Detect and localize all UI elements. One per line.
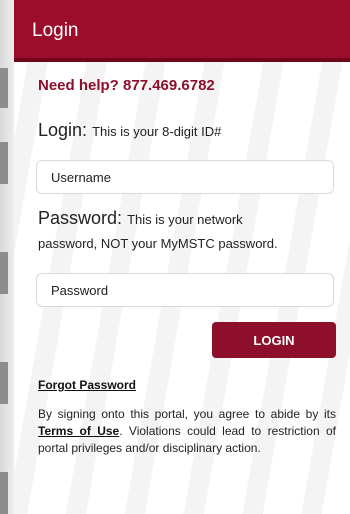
edge-band <box>0 362 8 404</box>
login-hint: This is your 8-digit ID# <box>92 124 222 139</box>
edge-band <box>0 472 8 514</box>
password-label: Password: <box>38 208 123 228</box>
left-edge-strip <box>0 0 14 514</box>
login-button[interactable]: LOGIN <box>212 322 336 358</box>
terms-prefix: By signing onto this portal, you agree t… <box>38 407 336 421</box>
username-input[interactable] <box>36 160 334 194</box>
password-hint: This is your network <box>127 212 243 227</box>
help-phone: Need help? 877.469.6782 <box>38 77 215 94</box>
edge-band <box>0 68 8 108</box>
password-label-row: Password: This is your network <box>38 208 243 229</box>
terms-of-use-link[interactable]: Terms of Use <box>38 424 119 438</box>
edge-band <box>0 252 8 294</box>
login-label-row: Login: This is your 8-digit ID# <box>38 120 221 141</box>
page-title: Login <box>32 20 79 41</box>
password-hint-continued: password, NOT your MyMSTC password. <box>38 236 278 251</box>
forgot-password-link[interactable]: Forgot Password <box>38 378 136 392</box>
login-header: Login <box>14 0 350 62</box>
password-input[interactable] <box>36 273 334 307</box>
terms-notice: By signing onto this portal, you agree t… <box>38 406 336 457</box>
login-label: Login: <box>38 120 88 140</box>
edge-band <box>0 142 8 184</box>
